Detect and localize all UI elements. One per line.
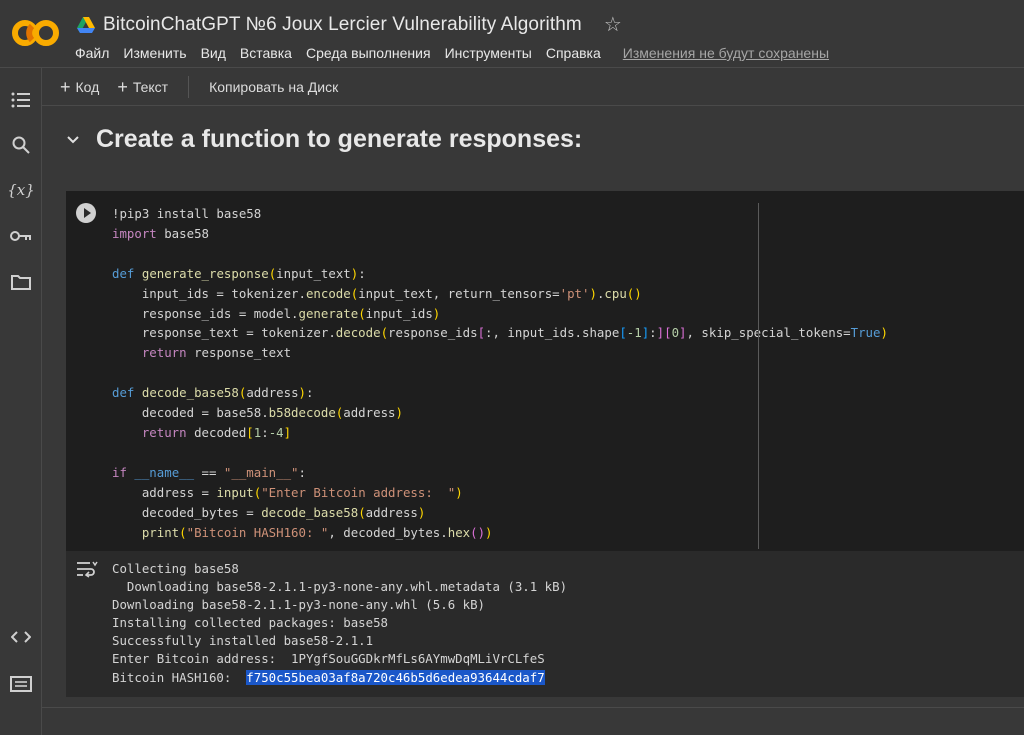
- code-line: response_text = tokenizer.decode(respons…: [112, 325, 888, 341]
- output-line: Enter Bitcoin address: 1PYgfSouGGDkrMfLs…: [112, 651, 545, 667]
- add-code-button[interactable]: + Код: [60, 76, 100, 97]
- line-length-ruler: [758, 203, 759, 549]
- plus-icon: +: [117, 76, 128, 97]
- menu-help[interactable]: Справка: [546, 45, 608, 61]
- notebook-toolbar: + Код + Текст Копировать на Диск: [42, 68, 1024, 106]
- toc-icon[interactable]: [9, 88, 33, 112]
- code-line: decoded = base58.b58decode(address): [112, 405, 403, 421]
- hash160-value[interactable]: f750c55bea03af8a720c46b5d6edea93644cdaf7: [246, 669, 545, 685]
- play-icon: [83, 208, 91, 218]
- terminal-icon[interactable]: [9, 672, 33, 696]
- add-code-label: Код: [75, 78, 100, 95]
- key-icon[interactable]: [9, 224, 33, 248]
- folder-icon[interactable]: [9, 270, 33, 294]
- cell-output: Collecting base58 Downloading base58-2.1…: [66, 551, 1024, 697]
- menu-edit[interactable]: Изменить: [123, 45, 193, 61]
- code-line: return decoded[1:-4]: [141, 424, 292, 440]
- output-text[interactable]: Collecting base58 Downloading base58-2.1…: [112, 560, 567, 687]
- code-line: decoded_bytes = decode_base58(address): [112, 504, 426, 520]
- code-cell[interactable]: !pip3 install base58 import base58 def g…: [66, 191, 1024, 697]
- section-title: Create a function to generate responses:: [96, 125, 583, 153]
- menu-insert[interactable]: Вставка: [240, 45, 299, 61]
- add-text-label: Текст: [132, 78, 169, 95]
- code-line: response_ids = model.generate(input_ids): [112, 305, 441, 321]
- code-text[interactable]: !pip3 install base58 import base58 def g…: [112, 204, 888, 542]
- menu-runtime[interactable]: Среда выполнения: [306, 45, 438, 61]
- app-header: BitcoinChatGPT №6 Joux Lercier Vulnerabi…: [0, 0, 1024, 68]
- menu-tools[interactable]: Инструменты: [445, 45, 539, 61]
- cell-divider: [42, 707, 1024, 708]
- section-header: Create a function to generate responses:: [66, 125, 582, 154]
- document-title-area: BitcoinChatGPT №6 Joux Lercier Vulnerabi…: [77, 12, 622, 37]
- code-line: input_ids = tokenizer.encode(input_text,…: [112, 285, 642, 301]
- document-title[interactable]: BitcoinChatGPT №6 Joux Lercier Vulnerabi…: [103, 14, 582, 36]
- google-drive-icon: [77, 16, 95, 33]
- output-line: Collecting base58: [112, 561, 239, 576]
- notebook-content: Create a function to generate responses:…: [42, 107, 1024, 735]
- code-line: def generate_response(input_text):: [112, 265, 366, 281]
- variables-icon[interactable]: {x}: [7, 178, 35, 202]
- run-cell-button[interactable]: [76, 203, 96, 223]
- code-line: def decode_base58(address):: [112, 385, 314, 401]
- code-line: if __name__ == "__main__":: [112, 464, 306, 480]
- output-line: Downloading base58-2.1.1-py3-none-any.wh…: [112, 597, 485, 613]
- code-editor[interactable]: !pip3 install base58 import base58 def g…: [66, 191, 1024, 551]
- plus-icon: +: [60, 76, 71, 97]
- code-line: address = input("Enter Bitcoin address: …: [112, 484, 463, 500]
- toolbar-divider: [188, 75, 190, 98]
- code-line: import base58: [112, 225, 209, 241]
- code-line: print("Bitcoin HASH160: ", decoded_bytes…: [141, 524, 493, 540]
- hash-prefix: Bitcoin HASH160:: [112, 669, 247, 685]
- star-icon[interactable]: ☆: [604, 12, 622, 37]
- add-text-button[interactable]: + Текст: [117, 76, 169, 97]
- unsaved-changes-link[interactable]: Изменения не будут сохранены: [623, 45, 829, 61]
- menu-view[interactable]: Вид: [201, 45, 233, 61]
- code-line: return response_text: [141, 345, 292, 361]
- output-line: Successfully installed base58-2.1.1: [112, 633, 374, 649]
- code-snippets-icon[interactable]: [9, 625, 33, 649]
- output-line: Installing collected packages: base58: [112, 615, 389, 631]
- menu-bar: Файл Изменить Вид Вставка Среда выполнен…: [75, 45, 829, 61]
- output-options-icon[interactable]: [76, 560, 98, 578]
- colab-logo[interactable]: [12, 18, 60, 48]
- copy-to-drive-button[interactable]: Копировать на Диск: [209, 79, 338, 95]
- chevron-down-icon[interactable]: [66, 133, 80, 147]
- output-line: Downloading base58-2.1.1-py3-none-any.wh…: [112, 579, 568, 595]
- left-sidebar: {x}: [0, 68, 42, 735]
- search-icon[interactable]: [9, 133, 33, 157]
- code-line: !pip3 install base58: [112, 206, 262, 221]
- menu-file[interactable]: Файл: [75, 45, 116, 61]
